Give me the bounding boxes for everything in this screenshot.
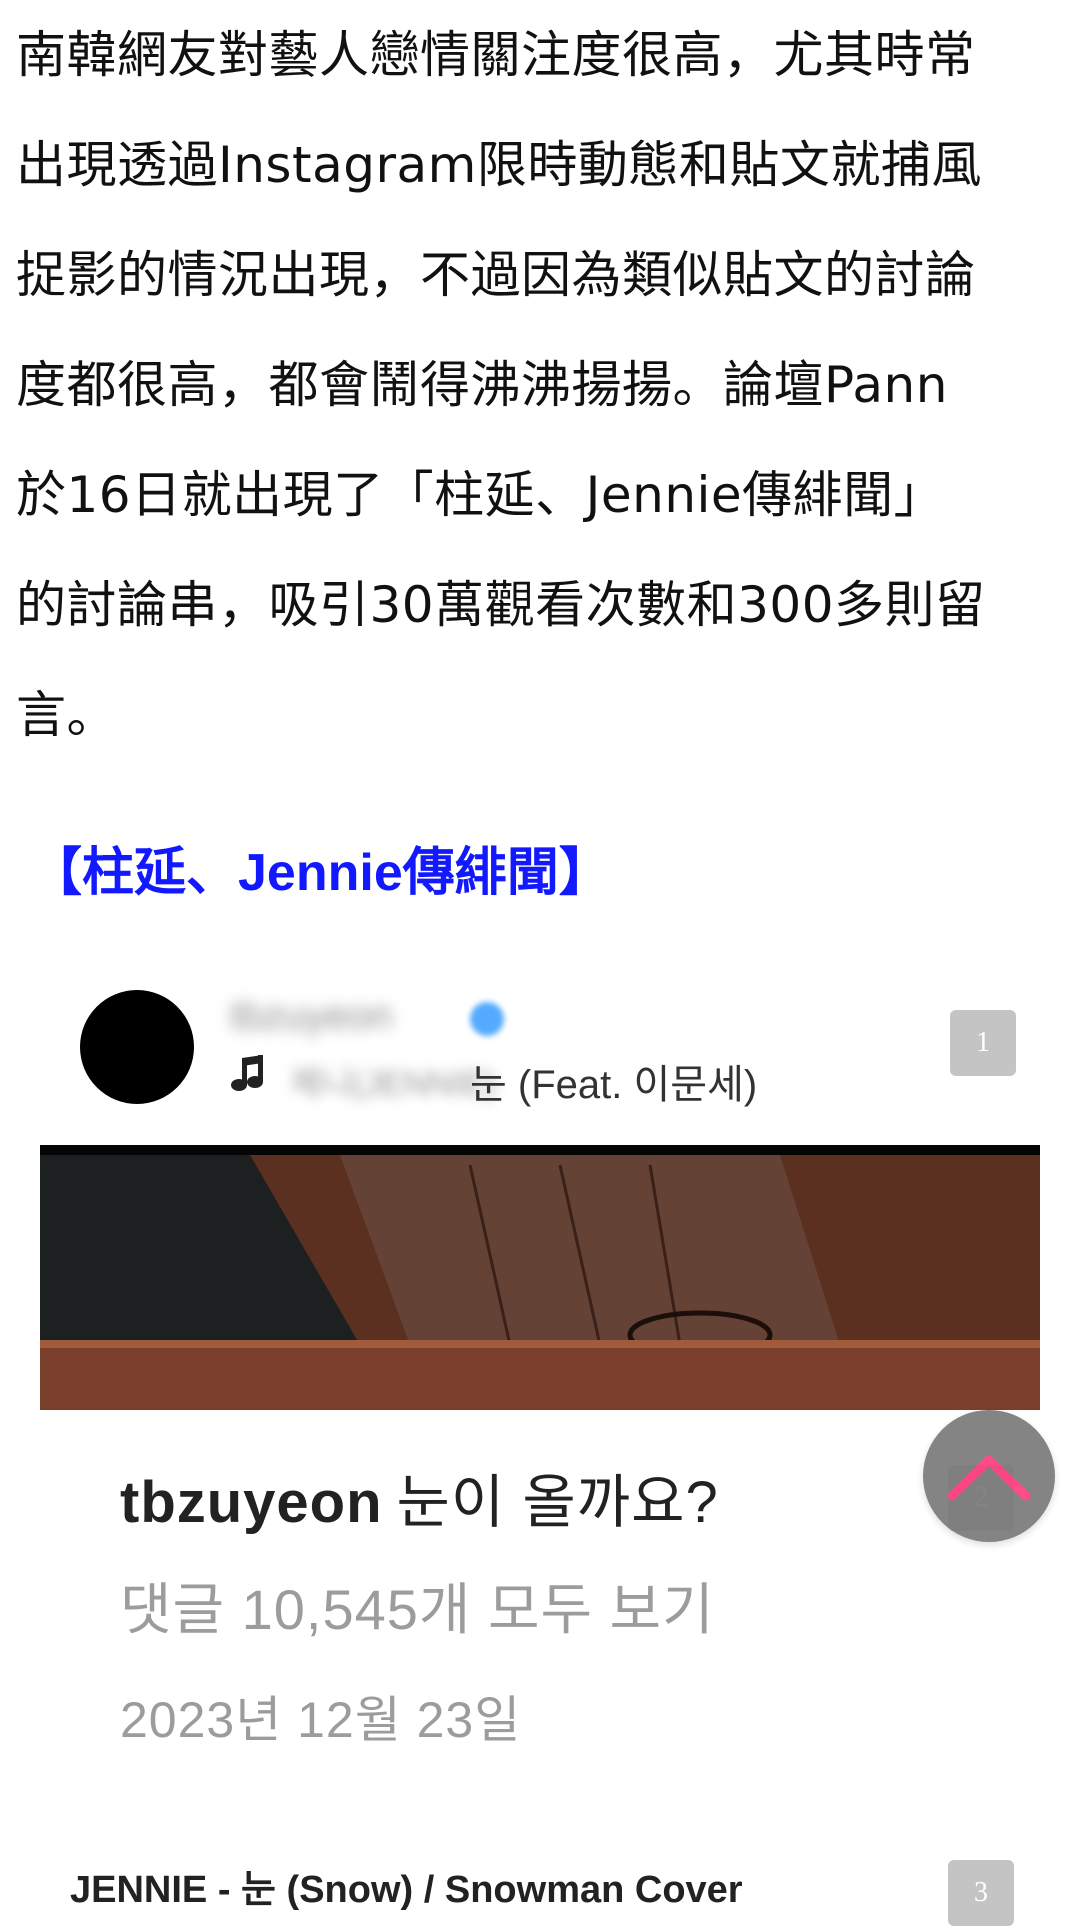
page-badge-3: 3	[948, 1860, 1014, 1926]
article-line: 言。	[16, 686, 117, 744]
article-line: 捉影的情況出現，不過因為類似貼文的討論	[16, 246, 976, 304]
music-title: 눈 (Feat. 이문세)	[470, 1063, 758, 1107]
verified-badge-icon	[470, 1002, 504, 1036]
caption-username: tbzuyeon	[120, 1470, 383, 1535]
article-line: 南韓網友對藝人戀情關注度很高，尤其時常	[16, 26, 976, 84]
article-body: 南韓網友對藝人戀情關注度很高，尤其時常 出現透過Instagram限時動態和貼文…	[16, 0, 1066, 770]
video-title: JENNIE - 눈 (Snow) / Snowman Cover	[70, 1869, 743, 1911]
avatar	[80, 990, 194, 1104]
chevron-up-icon	[947, 1455, 1031, 1501]
article-line: 出現透過Instagram限時動態和貼文就捕風	[16, 136, 982, 194]
page-badge-1: 1	[950, 1010, 1016, 1076]
article-line: 度都很高，都會鬧得沸沸揚揚。論壇Pann	[16, 356, 948, 414]
music-note-icon	[231, 1055, 263, 1091]
music-artist-blurred: 제니(JENNIE)	[290, 1065, 497, 1103]
article-line: 於16日就出現了「柱延、Jennie傳緋聞」	[16, 466, 945, 524]
back-to-top-button[interactable]	[923, 1410, 1055, 1542]
post-caption: tbzuyeon 눈이 올까요?	[120, 1455, 719, 1539]
caption-text: 눈이 올까요?	[396, 1470, 719, 1535]
username-blurred: tbzuyeon	[230, 994, 393, 1038]
post-photo	[40, 1145, 1040, 1410]
view-comments-link: 댓글 10,545개 모두 보기	[120, 1578, 715, 1641]
section-heading: 【柱延、Jennie傳緋聞】	[30, 844, 611, 902]
article-line: 的討論串，吸引30萬觀看次數和300多則留	[16, 576, 986, 634]
instagram-embed-image[interactable]: tbzuyeon 제니(JENNIE) 눈 (Feat. 이문세) 1 tbzu…	[0, 960, 1080, 1926]
post-date: 2023년 12월 23일	[120, 1692, 522, 1748]
